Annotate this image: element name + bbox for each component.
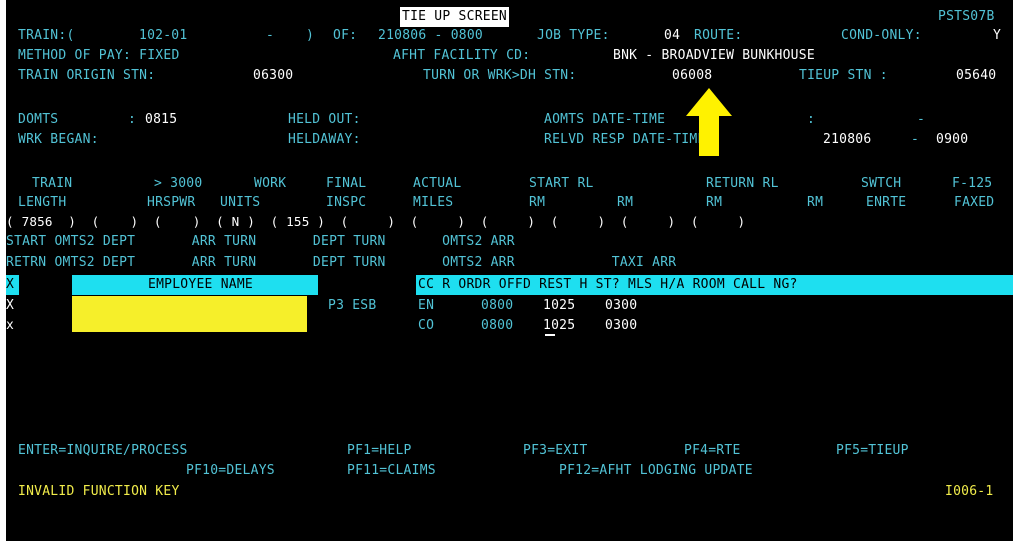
- crew-row-2-rest[interactable]: 0300: [605, 316, 637, 336]
- afht-label: AFHT FACILITY CD:: [393, 48, 531, 63]
- col-work: WORK: [254, 176, 287, 191]
- relvd-date: 210806: [823, 132, 872, 147]
- job-type-value: 04: [664, 28, 681, 43]
- program-id: PSTS07B: [938, 9, 995, 24]
- cond-only-label: COND-ONLY:: [841, 28, 922, 43]
- screen-title: TIE UP SCREEN: [400, 7, 509, 27]
- message-code: I006-1: [945, 484, 994, 499]
- turn-stn-value: 06008: [672, 68, 713, 83]
- aomts-label: AOMTS DATE-TIME: [544, 112, 666, 127]
- crew-row-1-cc: EN: [418, 298, 435, 313]
- aomts-sep: :: [807, 112, 816, 127]
- pf11-key-hint[interactable]: PF11=CLAIMS: [347, 461, 436, 481]
- crew-row-2-mark[interactable]: x: [6, 316, 14, 336]
- relvd-time: 0900: [936, 132, 969, 147]
- origin-value: 06300: [253, 68, 294, 83]
- col-return-rl: RETURN RL: [706, 176, 779, 191]
- wrk-began-label: WRK BEGAN:: [18, 132, 99, 147]
- col-over-3000: > 3000: [154, 176, 203, 191]
- crew-row-2-cc: CO: [418, 318, 435, 333]
- col-inspc: INSPC: [326, 195, 367, 210]
- origin-label: TRAIN ORIGIN STN:: [18, 68, 156, 83]
- method-of-pay: METHOD OF PAY: FIXED: [18, 48, 180, 63]
- domts-value: 0815: [145, 112, 178, 127]
- crew-row-1-offd[interactable]: 1025: [543, 296, 575, 316]
- held-out-label: HELD OUT:: [288, 112, 361, 127]
- col-start-rm1: RM: [529, 195, 546, 210]
- pf1-key-hint[interactable]: PF1=HELP: [347, 441, 412, 461]
- start-omts-line: START OMTS2 DEPT ARR TURN DEPT TURN OMTS…: [6, 234, 515, 249]
- pf12-key-hint[interactable]: PF12=AFHT LODGING UPDATE: [559, 461, 753, 481]
- crew-row-1-mark[interactable]: X: [6, 296, 14, 316]
- crew-columns: CC R ORDR OFFD REST H ST? MLS H/A ROOM C…: [418, 277, 798, 292]
- col-f125: F-125: [952, 176, 993, 191]
- heldaway-label: HELDAWAY:: [288, 132, 361, 147]
- col-units: UNITS: [220, 195, 261, 210]
- col-faxed: FAXED: [954, 195, 995, 210]
- col-enrte: ENRTE: [866, 195, 907, 210]
- terminal-screen: TIE UP SCREEN PSTS07B TRAIN:( 102-01 - )…: [6, 0, 1013, 541]
- col-swtch: SWTCH: [861, 176, 902, 191]
- train-id-field[interactable]: 102-01: [139, 26, 187, 46]
- crew-row-1-rest[interactable]: 0300: [605, 296, 637, 316]
- crew-row-1-ordr[interactable]: 0800: [481, 296, 513, 316]
- pf3-key-hint[interactable]: PF3=EXIT: [523, 441, 588, 461]
- crew-row-2-offd[interactable]: 1025: [543, 316, 575, 336]
- error-message: INVALID FUNCTION KEY: [18, 484, 180, 499]
- afht-value: BNK - BROADVIEW BUNKHOUSE: [613, 48, 815, 63]
- col-length: LENGTH: [18, 195, 67, 210]
- redacted-employee-names: [72, 296, 307, 332]
- route-label: ROUTE:: [694, 28, 743, 43]
- train-close: ): [306, 28, 315, 43]
- domts-label: DOMTS: [18, 112, 59, 127]
- tieup-stn-label: TIEUP STN :: [799, 68, 888, 83]
- pf4-key-hint[interactable]: PF4=RTE: [684, 441, 741, 461]
- crew-row-2-ordr[interactable]: 0800: [481, 316, 513, 336]
- enter-key-hint[interactable]: ENTER=INQUIRE/PROCESS: [18, 441, 188, 461]
- pf10-key-hint[interactable]: PF10=DELAYS: [186, 461, 275, 481]
- of-label: OF:: [333, 28, 358, 43]
- of-value: 210806 - 0800: [378, 28, 483, 43]
- col-final: FINAL: [326, 176, 367, 191]
- domts-sep: :: [128, 112, 137, 127]
- col-hrspwr: HRSPWR: [147, 195, 196, 210]
- pf5-key-hint[interactable]: PF5=TIEUP: [836, 441, 909, 461]
- col-actual: ACTUAL: [413, 176, 462, 191]
- up-arrow-icon: [686, 88, 732, 156]
- employee-name-header: EMPLOYEE NAME: [148, 277, 253, 292]
- col-start-rl: START RL: [529, 176, 594, 191]
- train-label: TRAIN:(: [18, 28, 75, 43]
- job-type-label: JOB TYPE:: [537, 28, 610, 43]
- aomts-dash: -: [917, 112, 926, 127]
- retrn-omts-line: RETRN OMTS2 DEPT ARR TURN DEPT TURN OMTS…: [6, 255, 677, 270]
- text-cursor: [545, 334, 555, 336]
- train-input-row[interactable]: ( 7856 ) ( ) ( ) ( N ) ( 155 ) ( ) ( ) (…: [6, 212, 745, 232]
- crew-header-mark[interactable]: X: [6, 275, 14, 295]
- col-return-rm1: RM: [706, 195, 723, 210]
- tieup-stn-value: 05640: [956, 68, 997, 83]
- col-train: TRAIN: [32, 176, 73, 191]
- col-miles: MILES: [413, 195, 454, 210]
- cond-only-value: Y: [993, 28, 1002, 43]
- relvd-dash: -: [911, 132, 920, 147]
- crew-row-1-extra: P3 ESB: [328, 298, 377, 313]
- col-return-rm2: RM: [807, 195, 824, 210]
- col-start-rm2: RM: [617, 195, 634, 210]
- train-dash: -: [266, 28, 275, 43]
- turn-stn-label: TURN OR WRK>DH STN:: [423, 68, 577, 83]
